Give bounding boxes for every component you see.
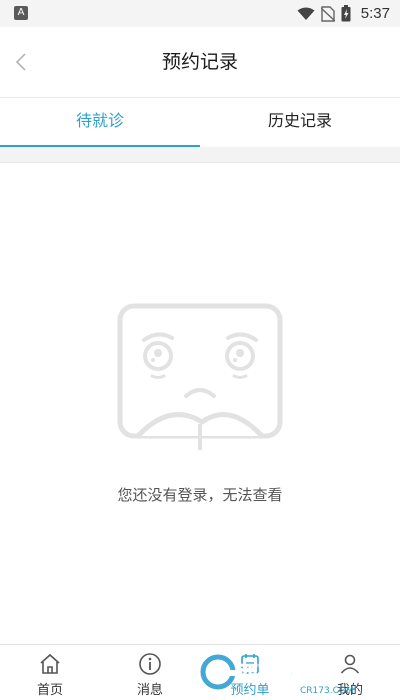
status-icons: 5:37 — [297, 0, 390, 27]
page-title: 预约记录 — [161, 51, 238, 73]
sad-face-illustration — [117, 303, 283, 450]
battery-icon — [341, 5, 351, 22]
empty-state-message: 您还没有登录，无法查看 — [117, 486, 283, 504]
chevron-left-icon — [15, 53, 26, 71]
user-icon — [337, 651, 363, 677]
nav-label-appointments: 预约单 — [230, 683, 270, 698]
tab-history[interactable]: 历史记录 — [200, 98, 400, 147]
no-sim-icon — [320, 5, 335, 22]
nav-label-messages: 消息 — [136, 683, 163, 698]
nav-item-messages[interactable]: 消息 — [100, 645, 200, 700]
status-bar: A 5:37 — [0, 0, 400, 27]
wifi-icon — [297, 7, 315, 20]
tab-pending-visits[interactable]: 待就诊 — [0, 98, 200, 147]
back-button[interactable] — [8, 49, 34, 75]
tab-bar: 待就诊 历史记录 — [0, 97, 400, 147]
header: 预约记录 — [0, 27, 400, 97]
nav-item-home[interactable]: 首页 — [0, 645, 100, 700]
home-icon — [37, 651, 63, 677]
screen: A 5:37 预约记录 待就诊 历史记录 您还没有登录，无法查看 首页 消息 预… — [0, 0, 400, 700]
appointment-icon — [237, 651, 263, 677]
bottom-navigation: 首页 消息 预约单 我的 — [0, 644, 400, 700]
app-notification-icon: A — [14, 6, 28, 20]
nav-item-me[interactable]: 我的 — [300, 645, 400, 700]
nav-label-me: 我的 — [336, 683, 363, 698]
nav-item-appointments[interactable]: 预约单 — [200, 645, 300, 700]
info-icon — [137, 651, 163, 677]
status-time: 5:37 — [360, 5, 390, 22]
divider-band — [0, 147, 400, 163]
nav-label-home: 首页 — [36, 683, 63, 698]
